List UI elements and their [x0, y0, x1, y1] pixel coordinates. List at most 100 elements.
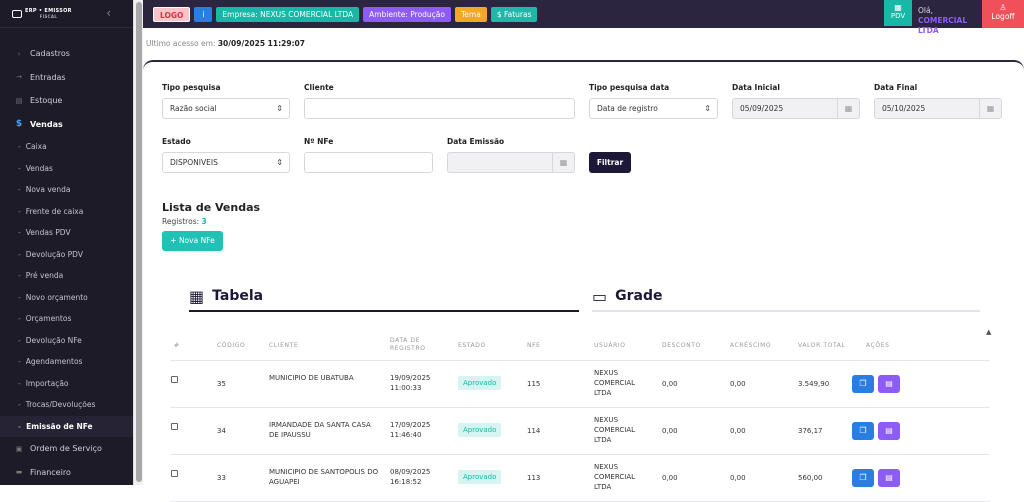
column-header[interactable]: Valor total [798, 342, 845, 350]
document-icon: ▤ [885, 473, 893, 482]
copy-icon: ❐ [859, 426, 867, 435]
column-header[interactable]: NFe [527, 342, 541, 350]
column-header[interactable]: Estado [458, 342, 486, 350]
cliente-label: Cliente [304, 83, 334, 92]
copy-button[interactable]: ❐ [852, 422, 874, 440]
cell-codigo: 33 [217, 474, 226, 482]
sidebar-subitem[interactable]: - Importação [0, 373, 133, 395]
cell-data: 19/09/2025 11:00:33 [390, 373, 430, 393]
sidebar-item-label: Vendas [30, 119, 63, 129]
dash-icon: - [18, 249, 21, 259]
data-emissao-input[interactable]: ▦ [447, 152, 575, 173]
cell-codigo: 34 [217, 427, 226, 435]
sidebar-subitem[interactable]: - Devolução PDV [0, 244, 133, 266]
sidebar-subitem[interactable]: - Devolução NFe [0, 330, 133, 352]
data-inicial-value: 05/09/2025 [740, 104, 784, 113]
sidebar-item-estoque[interactable]: ▤ Estoque [0, 89, 133, 113]
company-logo-badge[interactable]: LOGO [153, 6, 191, 22]
nova-nfe-button[interactable]: + Nova NFe [162, 231, 223, 251]
sidebar-menu: › Cadastros → Entradas ▤ Estoque $ Vendas - Caixa… [0, 28, 133, 484]
nfe-input[interactable] [304, 152, 433, 173]
table-row[interactable]: 35 MUNICIPIO DE UBATUBA 19/09/2025 11:00:33… [170, 361, 990, 408]
calendar-icon[interactable]: ▦ [979, 99, 1001, 118]
sidebar-subitem[interactable]: - Emissão de NFe [0, 415, 133, 437]
ambiente-badge[interactable]: Ambiente: Produção [363, 6, 451, 22]
column-header[interactable]: Usuário [594, 342, 626, 350]
tipo-pesquisa-select[interactable]: Razão social [162, 98, 290, 119]
document-icon: ▤ [885, 379, 893, 388]
row-checkbox[interactable] [171, 423, 178, 430]
column-header[interactable]: Código [217, 342, 245, 350]
logo-icon [12, 9, 22, 18]
sidebar-subitem[interactable]: - Vendas [0, 158, 133, 180]
tipo-pesquisa-data-select[interactable]: Data de registro [589, 98, 718, 119]
data-final-input[interactable]: 05/10/2025 ▦ [874, 98, 1002, 119]
faturas-button[interactable]: $ Faturas [490, 6, 538, 22]
cell-codigo: 35 [217, 380, 226, 388]
sidebar-item-entradas[interactable]: → Entradas [0, 66, 133, 90]
sidebar-subitem-label: Nova venda [25, 185, 71, 195]
copy-button[interactable]: ❐ [852, 469, 874, 487]
info-button[interactable]: i [194, 6, 213, 22]
column-header[interactable]: Cliente [269, 342, 298, 350]
column-header[interactable]: # [174, 342, 180, 350]
sidebar-item-label: Financeiro [30, 467, 71, 477]
row-checkbox[interactable] [171, 376, 178, 383]
column-header[interactable]: Desconto [662, 342, 701, 350]
sidebar-subitem-label: Caixa [25, 142, 47, 152]
column-header[interactable]: Ações [866, 342, 890, 350]
copy-button[interactable]: ❐ [852, 375, 874, 393]
calendar-icon[interactable]: ▦ [837, 99, 859, 118]
sidebar-scrollbar[interactable] [133, 0, 143, 485]
cell-desconto: 0,00 [662, 380, 678, 388]
table-row[interactable]: 34 IRMANDADE DA SANTA CASA DE IPAUSSU 17/0… [170, 408, 990, 455]
data-final-value: 05/10/2025 [882, 104, 926, 113]
pdv-button[interactable]: ▦ PDV [884, 0, 912, 26]
sidebar-subitem[interactable]: - Nova venda [0, 179, 133, 201]
cell-date: 19/09/2025 [390, 374, 431, 382]
data-inicial-input[interactable]: 05/09/2025 ▦ [732, 98, 860, 119]
tab-tabela[interactable]: ▦ Tabela [189, 282, 579, 312]
scrollbar-thumb[interactable] [136, 2, 142, 482]
sidebar-subitem-label: Devolução NFe [25, 335, 82, 345]
sidebar-item-ordem-de-serviço[interactable]: ▣ Ordem de Serviço [0, 437, 133, 461]
sidebar-item-label: Entradas [30, 72, 66, 82]
sidebar-item-financeiro[interactable]: ▬ Financeiro [0, 461, 133, 485]
collapse-sidebar-icon[interactable]: ‹ [106, 6, 111, 20]
sidebar-subitem[interactable]: - Pré venda [0, 265, 133, 287]
document-button[interactable]: ▤ [878, 375, 900, 393]
row-checkbox[interactable] [171, 470, 178, 477]
sidebar-subitem[interactable]: - Trocas/Devoluções [0, 394, 133, 416]
sidebar-item-vendas[interactable]: $ Vendas [0, 113, 133, 137]
sidebar-subitem[interactable]: - Agendamentos [0, 351, 133, 373]
document-button[interactable]: ▤ [878, 422, 900, 440]
estado-select[interactable]: DISPONIVEIS [162, 152, 290, 173]
logo-line1: ERP • EMISSOR [25, 7, 72, 14]
column-header[interactable]: Data de registro [390, 337, 438, 353]
dash-icon: - [18, 378, 21, 388]
tema-button[interactable]: Tema [454, 6, 487, 22]
sidebar-subitem[interactable]: - Orçamentos [0, 308, 133, 330]
sidebar-subitem[interactable]: - Frente de caixa [0, 201, 133, 223]
sort-up-icon[interactable]: ▲ [986, 328, 991, 336]
logoff-button[interactable]: ♙ Logoff [982, 0, 1024, 28]
table-row[interactable]: 33 MUNICIPIO DE SANTOPOLIS DO AGUAPEI 08/0… [170, 455, 990, 502]
sidebar-logo[interactable]: ERP • EMISSOR FISCAL ‹ [0, 0, 133, 28]
calendar-icon[interactable]: ▦ [552, 153, 574, 172]
sidebar-subitem[interactable]: - Caixa [0, 136, 133, 158]
dash-icon: - [18, 421, 22, 431]
column-header[interactable]: Acréscimo [730, 342, 771, 350]
document-button[interactable]: ▤ [878, 469, 900, 487]
topbar-right: ▦ PDV Olá, COMERCIAL LTDA ♙ Logoff [884, 0, 1024, 35]
sidebar-subitem-label: Vendas PDV [25, 228, 71, 238]
cliente-input[interactable] [304, 98, 575, 119]
sidebar-item-cadastros[interactable]: › Cadastros [0, 42, 133, 66]
sidebar-subitem[interactable]: - Novo orçamento [0, 287, 133, 309]
dash-icon: - [18, 228, 21, 238]
sales-card: Tipo pesquisa Razão social Cliente Tipo … [143, 60, 1024, 502]
filtrar-button[interactable]: Filtrar [589, 152, 631, 173]
tab-grade[interactable]: ▭ Grade [592, 282, 980, 312]
empresa-badge[interactable]: Empresa: NEXUS COMERCIAL LTDA [216, 6, 360, 22]
sidebar-subitem[interactable]: - Vendas PDV [0, 222, 133, 244]
cell-data: 17/09/2025 11:46:40 [390, 420, 430, 440]
